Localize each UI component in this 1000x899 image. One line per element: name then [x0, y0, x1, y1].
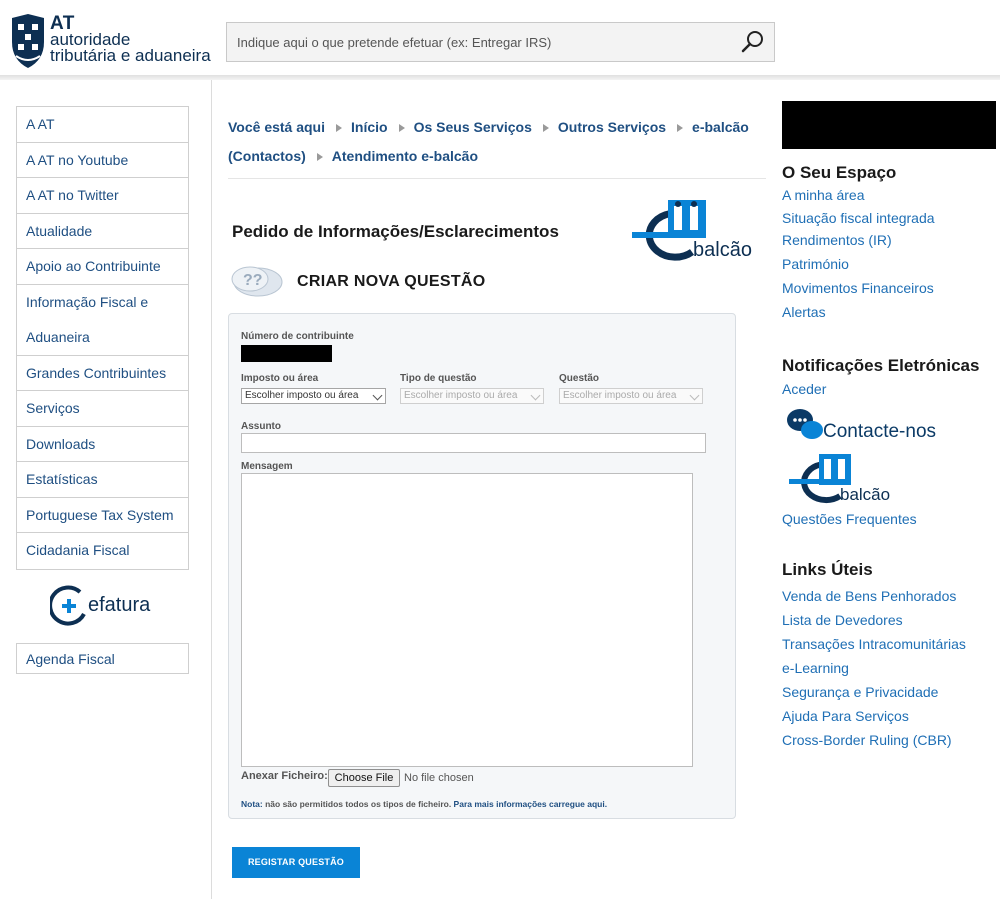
- chevron-down-icon: [530, 390, 541, 401]
- link-minha-area[interactable]: A minha área: [782, 187, 865, 203]
- assunto-label: Assunto: [241, 421, 281, 432]
- page-title: Pedido de Informações/Esclarecimentos: [232, 222, 559, 241]
- ebalcao-logo: balcão: [628, 198, 758, 264]
- questao-label: Questão: [559, 373, 600, 384]
- nav-item-estatisticas[interactable]: Estatísticas: [17, 462, 188, 498]
- file-note: Nota: não são permitidos todos os tipos …: [241, 799, 607, 809]
- column-divider: [211, 80, 212, 899]
- nav-item-cidadania-fiscal[interactable]: Cidadania Fiscal: [17, 533, 188, 569]
- nav-item-informacao-fiscal[interactable]: Informação Fiscal e Aduaneira: [17, 285, 188, 356]
- nav-item-twitter[interactable]: A AT no Twitter: [17, 178, 188, 214]
- mensagem-textarea[interactable]: [241, 473, 693, 767]
- link-elearning[interactable]: e-Learning: [782, 660, 849, 676]
- ebalcao-label: balcão: [693, 239, 752, 261]
- efatura-logo[interactable]: efatura: [50, 584, 155, 628]
- at-logo[interactable]: AT autoridade tributária e aduaneira: [8, 12, 213, 70]
- tipo-select-value: Escolher imposto ou área: [404, 390, 518, 401]
- link-movimentos-financeiros[interactable]: Movimentos Financeiros: [782, 280, 934, 296]
- breadcrumb-divider: [228, 178, 766, 179]
- left-navigation: A AT A AT no Youtube A AT no Twitter Atu…: [16, 106, 189, 570]
- chevron-down-icon: [372, 390, 383, 401]
- search-box: [226, 22, 775, 62]
- section-title: CRIAR NOVA QUESTÃO: [297, 273, 486, 290]
- questao-select[interactable]: Escolher imposto ou área: [559, 388, 703, 404]
- nif-redacted: [241, 345, 332, 362]
- link-transacoes[interactable]: Transações Intracomunitárias: [782, 636, 966, 652]
- notificacoes-title: Notificações Eletrónicas: [782, 356, 980, 375]
- nav-item-portuguese-tax-system[interactable]: Portuguese Tax System: [17, 498, 188, 533]
- header: AT autoridade tributária e aduaneira: [0, 0, 1000, 76]
- breadcrumb-separator-icon: [398, 124, 405, 133]
- efatura-icon: [50, 585, 86, 626]
- note-label: Nota:: [241, 799, 263, 809]
- chat-bubbles-icon: [787, 409, 823, 439]
- nav-item-downloads[interactable]: Downloads: [17, 427, 188, 462]
- chevron-down-icon: [689, 390, 700, 401]
- nav-item-atualidade[interactable]: Atualidade: [17, 214, 188, 249]
- contacte-nos-label[interactable]: Contacte-nos: [823, 421, 936, 443]
- breadcrumb-ebalcao-part1: e-balcão: [692, 119, 749, 135]
- logo-line-3: tributária e aduaneira: [50, 46, 211, 65]
- user-redacted: [782, 101, 996, 149]
- efatura-label: efatura: [88, 594, 151, 616]
- mensagem-label: Mensagem: [241, 461, 293, 472]
- link-ajuda-servicos[interactable]: Ajuda Para Serviços: [782, 708, 909, 724]
- header-divider: [0, 75, 1000, 80]
- note-text: não são permitidos todos os tipos de fic…: [262, 799, 454, 809]
- questao-select-value: Escolher imposto ou área: [563, 390, 677, 401]
- file-status: No file chosen: [404, 772, 474, 784]
- imposto-select-value: Escolher imposto ou área: [245, 390, 359, 401]
- breadcrumb-separator-icon: [336, 124, 343, 133]
- anexar-label: Anexar Ficheiro:: [241, 770, 328, 782]
- tipo-label: Tipo de questão: [400, 373, 477, 384]
- note-link[interactable]: Para mais informações carregue aqui.: [454, 799, 608, 809]
- nav-item-servicos[interactable]: Serviços: [17, 391, 188, 427]
- espaco-title: O Seu Espaço: [782, 163, 897, 182]
- breadcrumb-outros-servicos[interactable]: Outros Serviços: [558, 119, 666, 135]
- coat-of-arms-icon: [12, 14, 44, 68]
- nif-label: Número de contribuinte: [241, 331, 354, 342]
- nav-item-youtube[interactable]: A AT no Youtube: [17, 143, 188, 178]
- nav-item-apoio-contribuinte[interactable]: Apoio ao Contribuinte: [17, 249, 188, 285]
- logo-text: AT autoridade tributária e aduaneira: [50, 14, 211, 65]
- link-questoes-frequentes[interactable]: Questões Frequentes: [782, 511, 917, 527]
- search-input[interactable]: [227, 23, 727, 61]
- breadcrumb-inicio[interactable]: Início: [351, 119, 388, 135]
- link-aceder[interactable]: Aceder: [782, 381, 826, 397]
- imposto-select[interactable]: Escolher imposto ou área: [241, 388, 386, 404]
- tipo-select[interactable]: Escolher imposto ou área: [400, 388, 544, 404]
- nav-item-a-at[interactable]: A AT: [17, 107, 188, 143]
- breadcrumb-separator-icon: [316, 153, 323, 162]
- breadcrumb-separator-icon: [542, 124, 549, 133]
- question-bubbles-icon: ??: [231, 266, 283, 297]
- link-seguranca[interactable]: Segurança e Privacidade: [782, 684, 938, 700]
- nav-item-grandes-contribuintes[interactable]: Grandes Contribuintes: [17, 356, 188, 391]
- breadcrumb-here: Você está aqui: [228, 119, 326, 135]
- question-form: Número de contribuinte Imposto ou área E…: [228, 313, 736, 819]
- link-situacao-fiscal[interactable]: Situação fiscal integrada: [782, 210, 935, 226]
- ebalcao-small-logo[interactable]: balcão: [786, 452, 896, 506]
- link-lista-devedores[interactable]: Lista de Devedores: [782, 612, 903, 628]
- ebalcao-small-label: balcão: [840, 485, 891, 504]
- breadcrumb-ebalcao-part2: (Contactos): [228, 148, 306, 164]
- nav-item-agenda-fiscal[interactable]: Agenda Fiscal: [16, 643, 189, 674]
- link-alertas[interactable]: Alertas: [782, 304, 826, 320]
- breadcrumb-separator-icon: [677, 124, 684, 133]
- link-patrimonio[interactable]: Património: [782, 256, 849, 272]
- registar-questao-button[interactable]: REGISTAR QUESTÃO: [232, 847, 360, 878]
- link-venda-bens[interactable]: Venda de Bens Penhorados: [782, 588, 956, 604]
- imposto-label: Imposto ou área: [241, 373, 319, 384]
- choose-file-button[interactable]: Choose File: [328, 769, 400, 787]
- assunto-input[interactable]: [241, 433, 706, 453]
- links-uteis-title: Links Úteis: [782, 560, 873, 579]
- link-rendimentos[interactable]: Rendimentos (IR): [782, 232, 892, 248]
- breadcrumb: Você está aqui Início Os Seus Serviços Outr…: [228, 113, 768, 171]
- breadcrumb-atendimento-ebalcao[interactable]: Atendimento e-balcão: [332, 148, 478, 164]
- svg-text:??: ??: [243, 272, 263, 289]
- link-cross-border[interactable]: Cross-Border Ruling (CBR): [782, 732, 952, 748]
- search-icon[interactable]: [740, 29, 766, 55]
- breadcrumb-os-seus-servicos[interactable]: Os Seus Serviços: [414, 119, 532, 135]
